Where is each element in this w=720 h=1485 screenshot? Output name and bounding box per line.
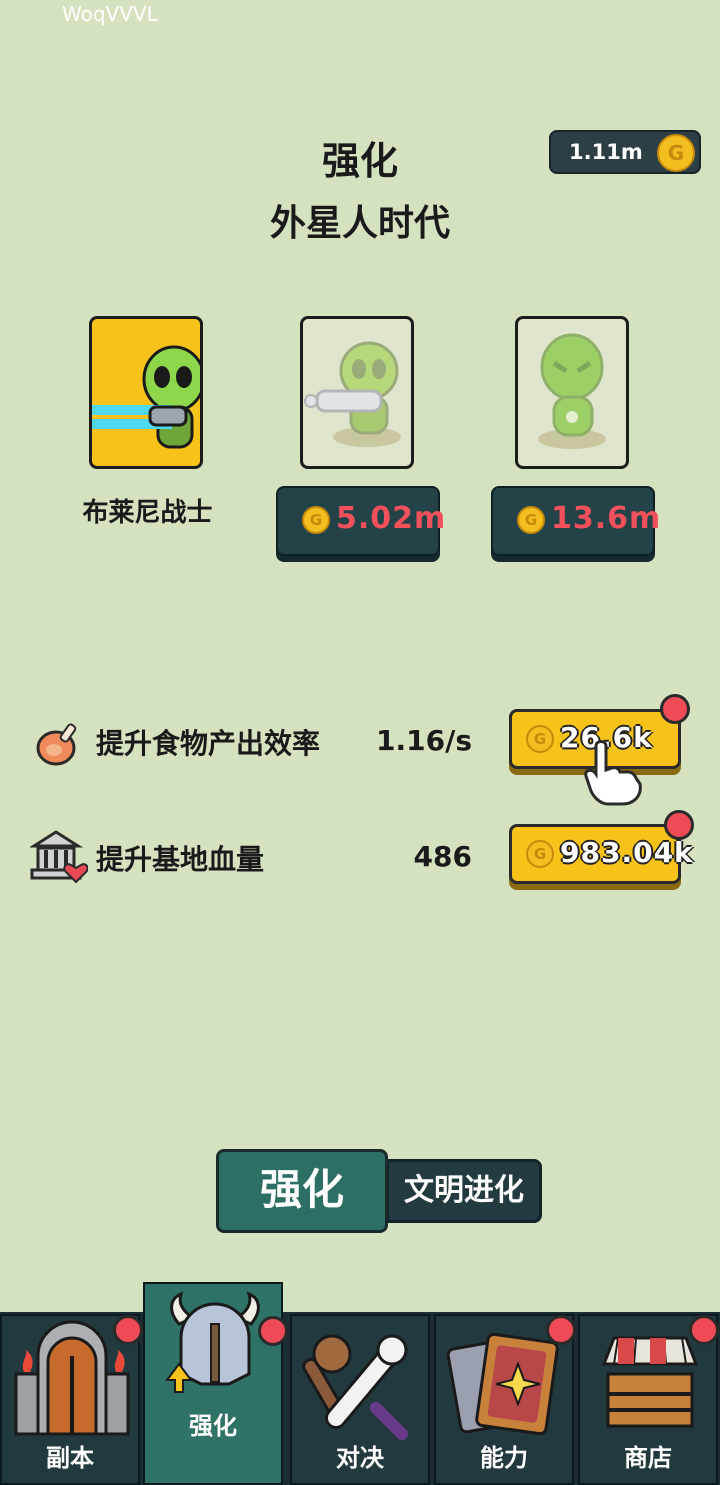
- currency-amount: 1.11m: [569, 140, 643, 164]
- notification-badge: [113, 1315, 143, 1345]
- notification-badge: [664, 810, 694, 840]
- coin-icon: G: [517, 506, 545, 534]
- nav-label: 商店: [624, 1444, 672, 1472]
- watermark: WoqVVVL: [62, 2, 158, 26]
- upgrade-base-value: 486: [413, 840, 472, 873]
- notification-badge: [258, 1316, 288, 1346]
- nav-label: 副本: [46, 1444, 94, 1472]
- tab-civilization[interactable]: 文明进化: [386, 1159, 542, 1223]
- tap-hand-icon: [584, 740, 642, 806]
- tab-enhance[interactable]: 强化: [216, 1149, 388, 1233]
- unit-card-locked-2[interactable]: [515, 316, 629, 469]
- base-heart-icon: [30, 830, 88, 884]
- unit-name: 布莱尼战士: [82, 498, 213, 528]
- coin-icon: G: [526, 725, 554, 753]
- unit-card-locked-1[interactable]: [300, 316, 414, 469]
- upgrade-base-label: 提升基地血量: [96, 843, 265, 876]
- unlock-price: 13.6m: [551, 501, 662, 536]
- meat-icon: [36, 723, 77, 766]
- unlock-unit-1-button[interactable]: G 5.02m: [276, 486, 445, 556]
- nav-label: 能力: [480, 1444, 528, 1472]
- unlock-price: 5.02m: [336, 501, 447, 536]
- notification-badge: [546, 1315, 576, 1345]
- helmet-icon: [165, 1291, 260, 1393]
- alien-brute-icon: [538, 333, 606, 449]
- nav-item-enhance[interactable]: 强化: [143, 1282, 283, 1485]
- upgrade-food-label: 提升食物产出效率: [96, 727, 321, 760]
- unit-card-selected[interactable]: [89, 316, 203, 469]
- upgrade-base-cost: 983.04k: [560, 836, 694, 869]
- upgrade-base-button[interactable]: G 983.04k: [509, 824, 693, 884]
- coin-icon: G: [302, 506, 330, 534]
- coin-icon: G: [657, 134, 695, 172]
- coin-icon: G: [526, 840, 554, 868]
- upgrade-food-value: 1.16/s: [376, 724, 472, 757]
- notification-badge: [660, 694, 690, 724]
- era-title: 外星人时代: [269, 203, 450, 244]
- nav-label: 对决: [336, 1444, 384, 1472]
- unlock-unit-2-button[interactable]: G 13.6m: [491, 486, 660, 556]
- nav-item-duel[interactable]: 对决: [290, 1314, 430, 1485]
- nav-label: 强化: [189, 1412, 237, 1440]
- alien-gunner-icon: [304, 341, 401, 447]
- weapons-icon: [302, 1334, 408, 1440]
- notification-badge: [689, 1315, 719, 1345]
- currency-display: 1.11m G: [549, 130, 701, 174]
- alien-warrior-icon: [92, 345, 200, 449]
